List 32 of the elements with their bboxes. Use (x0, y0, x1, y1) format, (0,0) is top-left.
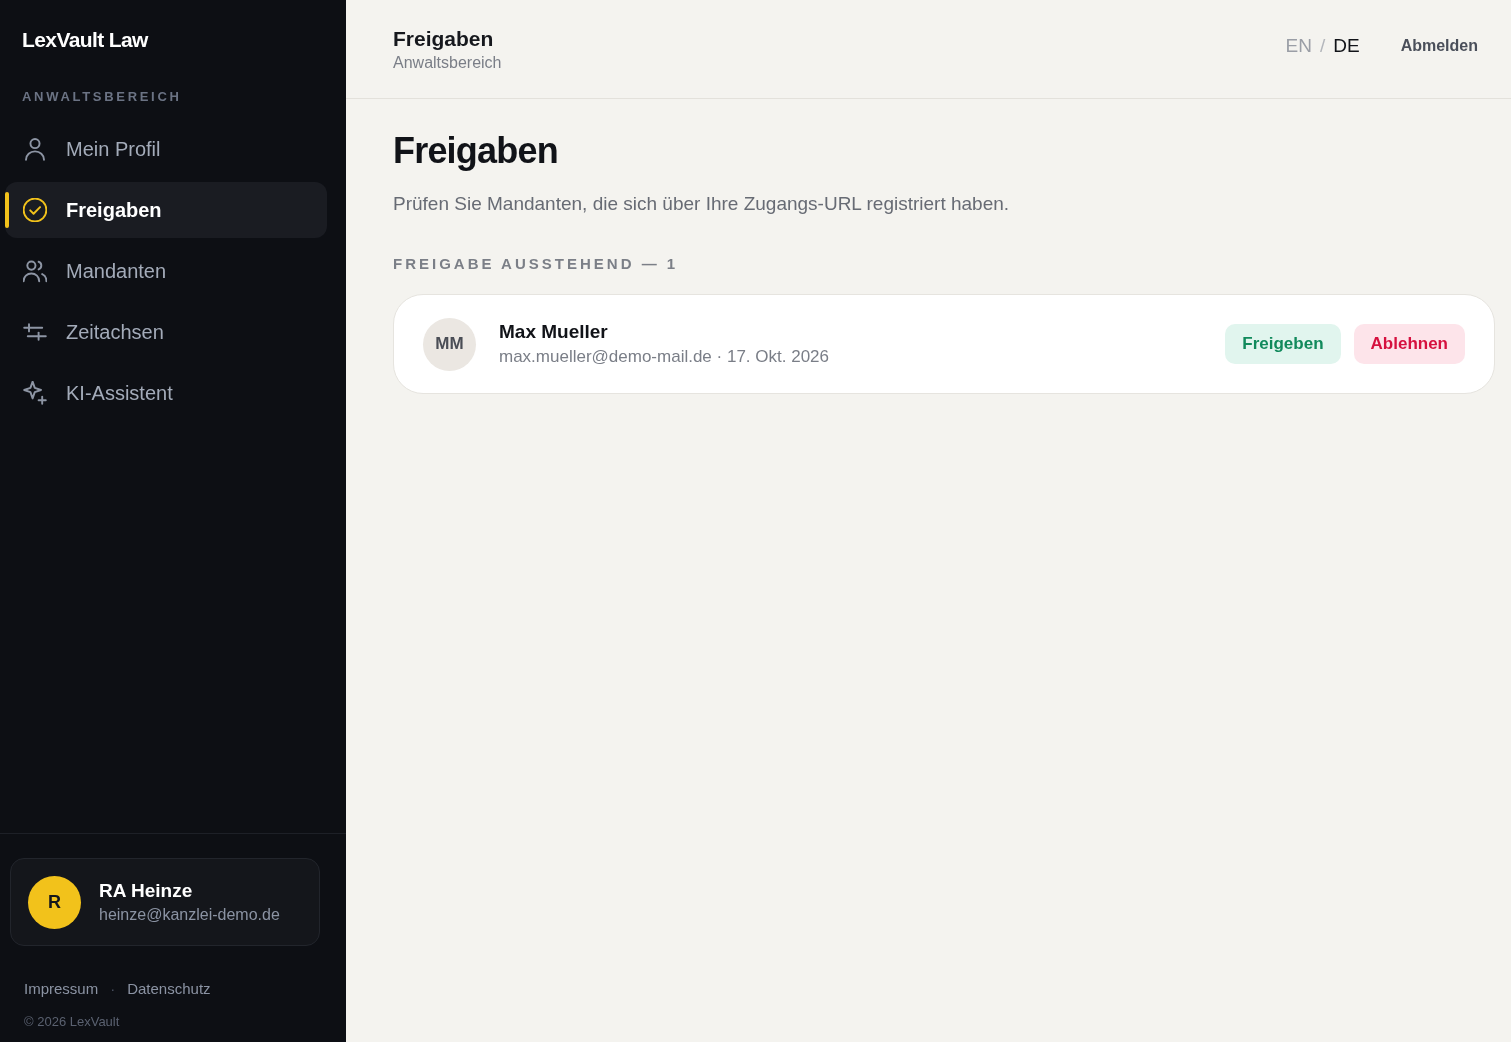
user-avatar: R (28, 875, 81, 929)
client-name: Max Mueller (499, 320, 609, 344)
client-avatar: MM (423, 317, 476, 371)
section-heading: FREIGABE AUSSTEHEND — 1 (393, 255, 680, 273)
header-title: Freigaben (393, 25, 495, 52)
client-meta: max.mueller@demo-mail.de · 17. Okt. 2026 (499, 346, 829, 368)
person-icon (23, 137, 47, 161)
language-option[interactable]: DE (1333, 31, 1360, 61)
sliders-icon (23, 320, 47, 344)
user-email: heinze@kanzlei-demo.de (99, 905, 280, 925)
user-card[interactable]: R RA Heinze heinze@kanzlei-demo.de (10, 858, 320, 946)
page-title: Freigaben (393, 129, 559, 173)
page-description: Prüfen Sie Mandanten, die sich über Ihre Zugangs-URL registriert haben. (393, 192, 1011, 216)
user-name: RA Heinze (99, 879, 194, 903)
sidebar-nav-item[interactable]: Mein Profil (5, 121, 327, 177)
header-subtitle: Anwaltsbereich (393, 52, 502, 73)
copyright-text: © 2026 LexVault (24, 1014, 120, 1030)
section-label: ANWALTSBEREICH (22, 89, 182, 105)
logout-button[interactable]: Abmelden (1400, 34, 1478, 64)
people-icon (23, 259, 47, 283)
sidebar-nav-item[interactable]: Mandanten (5, 243, 327, 299)
footer-link[interactable]: Datenschutz (127, 980, 211, 998)
sparkle-icon (23, 381, 47, 405)
sidebar-nav-item[interactable]: Freigaben (5, 182, 327, 238)
approve-button[interactable]: Freigeben (1225, 324, 1341, 364)
language-separator: / (1319, 33, 1326, 58)
separator-dot: · (110, 980, 116, 998)
sidebar-nav-item[interactable]: KI-Assistent (5, 365, 327, 421)
brand-logo-text[interactable]: LexVault Law (0, 0, 170, 52)
sidebar-nav-item[interactable]: Zeitachsen (5, 304, 327, 360)
reject-button[interactable]: Ablehnen (1353, 324, 1465, 364)
footer-link[interactable]: Impressum (24, 980, 99, 998)
